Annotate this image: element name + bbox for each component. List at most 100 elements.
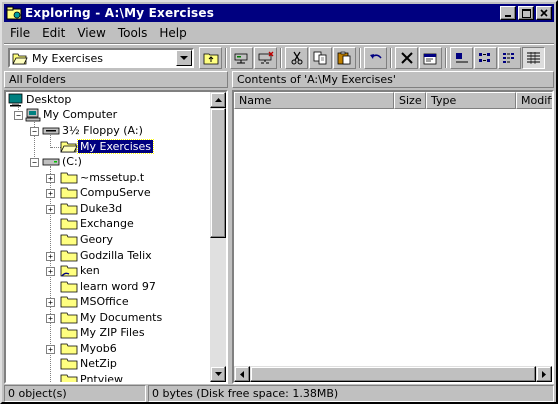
tree-item-duke3d[interactable]: Duke3d	[60, 201, 124, 216]
tree-label-learn-word-97: learn word 97	[80, 280, 156, 293]
expand-duke3d[interactable]: +	[46, 205, 55, 214]
map-network-drive-button[interactable]	[230, 47, 253, 69]
folder-icon	[60, 327, 78, 339]
folder-icon	[60, 296, 78, 308]
properties-button[interactable]	[419, 47, 442, 69]
small-icons-button[interactable]	[474, 47, 497, 69]
tree-item-godzilla-telix[interactable]: Godzilla Telix	[60, 248, 154, 263]
title-bar[interactable]: Exploring - A:\My Exercises	[4, 4, 554, 22]
tree-item-learn-word-97[interactable]: learn word 97	[60, 279, 158, 294]
menu-view[interactable]: View	[71, 26, 111, 40]
tree-item-c-drive[interactable]: (C:)	[42, 154, 84, 169]
tree-label-duke3d: Duke3d	[80, 202, 123, 215]
tree-item-compuserve[interactable]: CompuServe	[60, 185, 153, 200]
folder-tree[interactable]: Desktop − My Computer − 3½ Floppy (A:) M…	[4, 90, 228, 384]
tree-item-floppy[interactable]: 3½ Floppy (A:)	[42, 123, 145, 138]
expand-mssetup[interactable]: +	[46, 174, 55, 183]
window-title: Exploring - A:\My Exercises	[25, 6, 215, 20]
tree-vertical-scrollbar[interactable]	[210, 92, 226, 382]
tree-label-floppy: 3½ Floppy (A:)	[62, 124, 143, 137]
close-icon	[540, 9, 548, 17]
expand-my-documents[interactable]: +	[46, 314, 55, 323]
folder-open-icon	[12, 53, 28, 64]
menu-edit[interactable]: Edit	[36, 26, 71, 40]
disconnect-drive-button[interactable]	[254, 47, 277, 69]
column-header-type[interactable]: Type	[426, 92, 516, 109]
contents-list[interactable]: Name Size Type Modified	[232, 90, 554, 384]
tree-item-msoffice[interactable]: MSOffice	[60, 294, 131, 309]
details-view-button[interactable]	[522, 47, 545, 69]
tree-item-my-documents[interactable]: My Documents	[60, 310, 164, 325]
contents-horizontal-scrollbar[interactable]	[234, 366, 552, 382]
expand-compuserve[interactable]: +	[46, 189, 55, 198]
arrow-down-icon	[214, 372, 222, 376]
up-one-level-button[interactable]	[199, 47, 222, 69]
copy-icon	[313, 51, 327, 65]
column-header-size[interactable]: Size	[394, 92, 426, 109]
tree-item-geory[interactable]: Geory	[60, 232, 115, 247]
tree-scroll-thumb[interactable]	[210, 108, 226, 238]
chevron-down-icon	[180, 55, 188, 60]
expand-msoffice[interactable]: +	[46, 298, 55, 307]
tree-item-exchange[interactable]: Exchange	[60, 216, 136, 231]
minimize-button[interactable]	[500, 6, 516, 20]
address-dropdown-button[interactable]	[176, 50, 192, 66]
toolbar: My Exercises	[4, 45, 554, 71]
details-icon	[527, 52, 540, 64]
folder-icon	[60, 172, 78, 184]
column-header-modified[interactable]: Modified	[516, 92, 552, 109]
explorer-app-icon[interactable]	[6, 6, 22, 20]
tree-item-my-computer[interactable]: My Computer	[25, 107, 119, 122]
maximize-icon	[521, 8, 531, 18]
expand-myob6[interactable]: +	[46, 345, 55, 354]
menu-help[interactable]: Help	[153, 26, 192, 40]
collapse-my-computer[interactable]: −	[14, 111, 23, 120]
delete-button[interactable]	[395, 47, 418, 69]
maximize-button[interactable]	[518, 6, 534, 20]
menu-file[interactable]: File	[4, 26, 36, 40]
list-view-button[interactable]	[498, 47, 521, 69]
contents-label: Contents of 'A:\My Exercises'	[237, 73, 396, 86]
tree-item-myob6[interactable]: Myob6	[60, 341, 119, 356]
contents-scroll-left-button[interactable]	[234, 366, 250, 382]
tree-scroll-up-button[interactable]	[210, 92, 226, 108]
tree-label-myob6: Myob6	[80, 342, 117, 355]
collapse-c-drive[interactable]: −	[30, 158, 39, 167]
menu-tools[interactable]: Tools	[112, 26, 154, 40]
address-combobox[interactable]: My Exercises	[8, 48, 194, 68]
tree-label-my-exercises: My Exercises	[76, 139, 155, 154]
copy-button[interactable]	[309, 47, 332, 69]
tree-item-ken[interactable]: ken	[60, 263, 102, 278]
tree-item-desktop[interactable]: Desktop	[8, 92, 73, 107]
tree-scroll-down-button[interactable]	[210, 366, 226, 382]
tree-item-my-zip-files[interactable]: My ZIP Files	[60, 325, 147, 340]
tree-item-mssetup[interactable]: ~mssetup.t	[60, 170, 146, 185]
expand-godzilla-telix[interactable]: +	[46, 252, 55, 261]
contents-scroll-right-button[interactable]	[536, 366, 552, 382]
floppy-drive-icon	[42, 127, 60, 134]
large-icons-button[interactable]	[450, 47, 473, 69]
close-button[interactable]	[536, 6, 552, 20]
tree-item-my-exercises[interactable]: My Exercises	[60, 139, 155, 154]
tree-item-netzip[interactable]: NetZip	[60, 356, 119, 371]
up-folder-icon	[203, 53, 218, 65]
tree-label-geory: Geory	[80, 233, 114, 246]
tree-label-my-zip-files: My ZIP Files	[80, 326, 145, 339]
tree-label-ken: ken	[80, 264, 100, 277]
tree-label-my-documents: My Documents	[80, 311, 163, 324]
shared-folder-icon	[60, 265, 78, 277]
expand-ken[interactable]: +	[46, 267, 55, 276]
status-objects-text: 0 object(s)	[8, 387, 67, 400]
arrow-right-icon	[542, 370, 546, 378]
column-header-name[interactable]: Name	[234, 92, 394, 109]
map-drive-icon	[234, 53, 247, 64]
cut-button[interactable]	[285, 47, 308, 69]
collapse-floppy[interactable]: −	[30, 127, 39, 136]
delete-icon	[400, 52, 413, 64]
tree-item-pntview[interactable]: Pntview	[60, 372, 125, 382]
folder-icon	[60, 234, 78, 246]
computer-icon	[25, 108, 41, 121]
undo-button[interactable]	[364, 47, 387, 69]
contents-scroll-thumb[interactable]	[250, 366, 536, 382]
paste-button[interactable]	[333, 47, 356, 69]
